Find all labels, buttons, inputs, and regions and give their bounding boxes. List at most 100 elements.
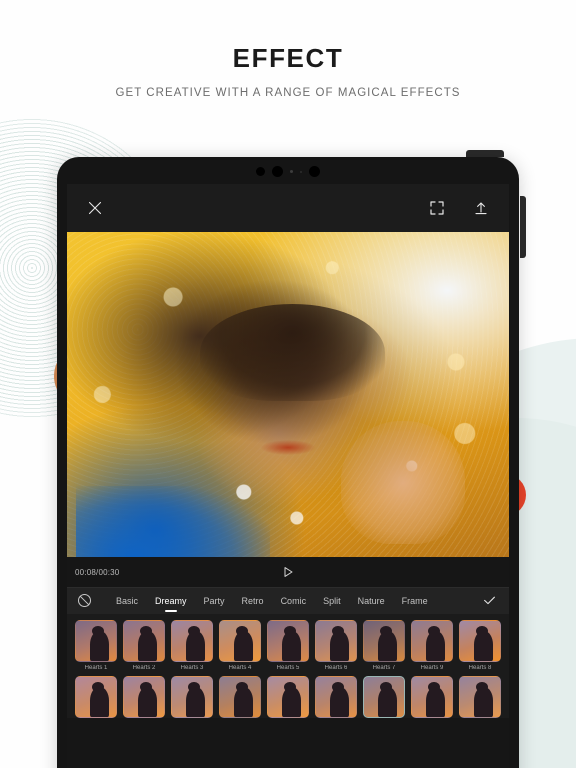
camera-lens-icon [256,167,265,176]
tablet-volume-button[interactable] [520,196,526,258]
tablet-device: 00:08/00:30 Basic Dreamy Party Retro Com… [57,157,519,768]
silhouette-body-shape [425,631,445,661]
tab-party[interactable]: Party [204,596,225,607]
effect-thumbnail-preview [363,620,405,662]
tab-nature[interactable]: Nature [358,596,385,607]
effect-thumbnail-label: Hearts 4 [228,665,252,671]
effect-thumbnail-preview [267,620,309,662]
effect-thumbnail-label: Hearts 2 [132,665,156,671]
effect-thumbnail-label: Hearts 9 [420,665,444,671]
effect-thumbnail-preview [219,676,261,718]
tab-split[interactable]: Split [323,596,341,607]
effect-row: Hearts 1 Hearts 2 Hearts 3 Hearts 4 Hearts 5… [75,620,501,671]
effect-thumbnail-item[interactable] [363,676,405,718]
effect-thumbnail-preview [123,620,165,662]
camera-sensor-cluster [57,166,519,177]
effect-thumbnail-preview [411,620,453,662]
effect-thumbnail-preview [123,676,165,718]
playback-timeline-bar: 00:08/00:30 [67,557,509,587]
effect-thumbnail-item[interactable] [315,676,357,718]
effect-thumbnail-item[interactable] [123,676,165,718]
tab-frame[interactable]: Frame [402,596,428,607]
video-frame-image [67,232,509,557]
effect-thumbnail-preview [219,620,261,662]
silhouette-body-shape [377,631,397,661]
effect-thumbnail-preview [315,676,357,718]
silhouette-body-shape [233,687,253,717]
portrait-hair-region [199,303,386,401]
effect-thumbnail-preview [171,676,213,718]
silhouette-body-shape [329,687,349,717]
effect-thumbnail-item[interactable] [171,676,213,718]
effect-thumbnail-item[interactable]: Hearts 9 [411,620,453,671]
silhouette-body-shape [281,687,301,717]
portrait-lips-region [261,440,315,455]
effect-thumbnail-label: Hearts 7 [372,665,396,671]
effect-thumbnail-preview [411,676,453,718]
effect-thumbnail-preview [459,676,501,718]
silhouette-body-shape [137,687,157,717]
page-subtitle: GET CREATIVE WITH A RANGE OF MAGICAL EFF… [115,86,461,99]
effect-thumbnail-item[interactable] [219,676,261,718]
tab-retro[interactable]: Retro [242,596,264,607]
effect-thumbnail-preview [75,620,117,662]
effect-thumbnail-label: Hearts 6 [324,665,348,671]
tab-basic[interactable]: Basic [116,596,138,607]
portrait-shirt-region [75,485,271,557]
effect-thumbnail-label: Hearts 1 [84,665,108,671]
effect-thumbnail-item[interactable] [459,676,501,718]
effect-thumbnail-item[interactable]: Hearts 2 [123,620,165,671]
effect-thumbnail-label: Hearts 8 [468,665,492,671]
promo-page: EFFECT GET CREATIVE WITH A RANGE OF MAGI… [0,0,576,768]
effect-category-tabs: Basic Dreamy Party Retro Comic Split Nat… [116,596,476,607]
effect-thumbnail-item[interactable]: Hearts 1 [75,620,117,671]
silhouette-body-shape [281,631,301,661]
silhouette-body-shape [425,687,445,717]
effect-thumbnail-preview [459,620,501,662]
effect-thumbnail-preview [171,620,213,662]
effect-row [75,676,501,718]
silhouette-body-shape [473,631,493,661]
effect-thumbnail-item[interactable]: Hearts 7 [363,620,405,671]
silhouette-body-shape [89,687,109,717]
effect-thumbnail-item[interactable]: Hearts 3 [171,620,213,671]
tablet-screen: 00:08/00:30 Basic Dreamy Party Retro Com… [67,184,509,768]
effect-thumbnail-item[interactable]: Hearts 4 [219,620,261,671]
effect-thumbnail-label: Hearts 3 [180,665,204,671]
editor-top-bar [67,184,509,232]
effect-thumbnail-item[interactable]: Hearts 8 [459,620,501,671]
no-effect-icon[interactable] [77,593,94,610]
silhouette-body-shape [137,631,157,661]
page-title: EFFECT [232,43,344,73]
effect-thumbnail-item[interactable]: Hearts 5 [267,620,309,671]
fullscreen-expand-icon[interactable] [426,197,448,219]
silhouette-body-shape [233,631,253,661]
camera-lens-icon [309,166,320,177]
tab-dreamy[interactable]: Dreamy [155,596,187,607]
effect-thumbnail-item[interactable]: Hearts 6 [315,620,357,671]
tablet-power-button[interactable] [466,150,504,157]
effect-thumbnail-item[interactable] [267,676,309,718]
portrait-hand-region [341,420,465,544]
silhouette-body-shape [89,631,109,661]
checkmark-icon[interactable] [482,593,499,610]
effect-thumbnail-preview [315,620,357,662]
effect-thumbnail-item[interactable] [411,676,453,718]
close-icon[interactable] [84,197,106,219]
play-icon[interactable] [279,563,297,581]
effect-thumbnail-preview [267,676,309,718]
camera-sensor-icon [300,170,302,173]
camera-lens-icon [272,166,283,177]
video-preview-area[interactable] [67,232,509,557]
tab-comic[interactable]: Comic [281,596,307,607]
silhouette-body-shape [185,687,205,717]
silhouette-body-shape [473,687,493,717]
effect-thumbnail-item[interactable] [75,676,117,718]
effect-thumbnail-preview [75,676,117,718]
camera-sensor-icon [290,170,293,173]
promo-header: EFFECT GET CREATIVE WITH A RANGE OF MAGI… [0,44,576,99]
effect-thumbnail-label: Hearts 5 [276,665,300,671]
effect-category-bar: Basic Dreamy Party Retro Comic Split Nat… [67,587,509,614]
silhouette-body-shape [377,687,397,717]
export-upload-icon[interactable] [470,197,492,219]
